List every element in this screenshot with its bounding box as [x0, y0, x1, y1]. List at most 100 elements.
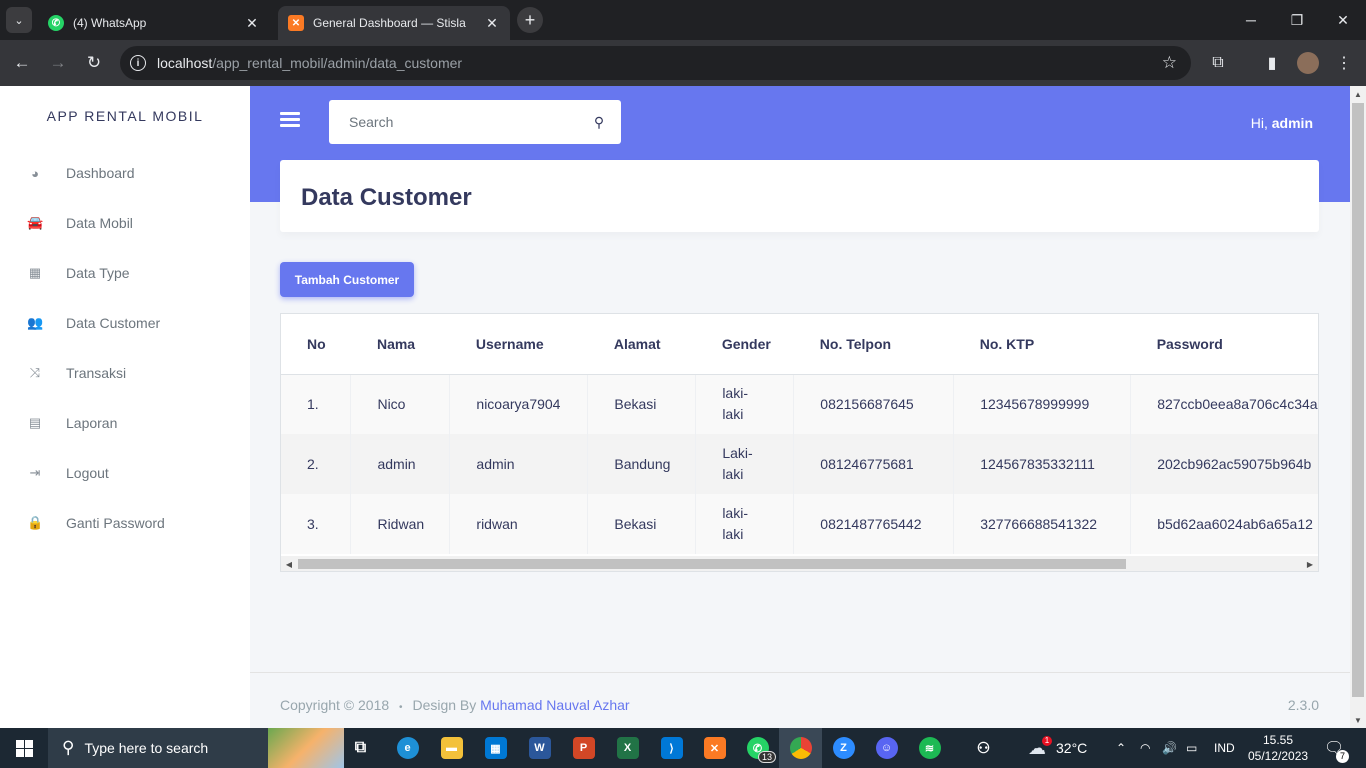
sidebar-item-label: Data Type	[66, 265, 130, 281]
back-icon[interactable]: ←	[8, 49, 36, 77]
bookmark-star-icon[interactable]: ☆	[1162, 53, 1177, 73]
sidebar: APP RENTAL MOBIL ◕ Dashboard 🚘 Data Mobi…	[0, 86, 250, 728]
scroll-left-icon[interactable]: ◀	[281, 556, 297, 571]
column-header: Username	[449, 314, 588, 375]
sidebar-item-data-customer[interactable]: 👥 Data Customer	[0, 303, 250, 343]
search-highlight-image	[268, 728, 344, 768]
car-icon: 🚘	[27, 215, 44, 230]
author-link[interactable]: Muhamad Nauval Azhar	[480, 697, 629, 713]
browser-tab-strip: ⌄ ✆ (4) WhatsApp ✕ ✕ General Dashboard —…	[0, 0, 1366, 40]
excel-icon[interactable]: X	[606, 728, 649, 768]
taskbar-search-text: Type here to search	[84, 740, 209, 756]
battery-icon[interactable]: ▭	[1186, 728, 1197, 768]
new-tab-button[interactable]: +	[517, 7, 543, 33]
word-icon[interactable]: W	[518, 728, 561, 768]
sidebar-item-laporan[interactable]: ▤ Laporan	[0, 403, 250, 443]
sidebar-item-label: Dashboard	[66, 165, 135, 181]
sidebar-item-ganti-password[interactable]: 🔒 Ganti Password	[0, 503, 250, 543]
address-bar[interactable]: i localhost/app_rental_mobil/admin/data_…	[120, 46, 1191, 80]
table-cell: 3.	[281, 494, 352, 554]
column-header: Gender	[695, 314, 794, 375]
tab-search-button[interactable]: ⌄	[6, 7, 32, 33]
sidebar-item-logout[interactable]: ⇥ Logout	[0, 453, 250, 493]
wifi-icon[interactable]: ◠	[1140, 728, 1150, 768]
table-row: 2. admin admin Bandung Laki-laki 0812467…	[281, 434, 1318, 494]
minimize-button[interactable]: ─	[1228, 0, 1274, 40]
scroll-down-icon[interactable]: ▼	[1350, 712, 1366, 728]
scroll-right-icon[interactable]: ▶	[1302, 556, 1318, 571]
search-input[interactable]: Search	[349, 114, 577, 130]
tab-whatsapp[interactable]: ✆ (4) WhatsApp ✕	[38, 6, 270, 40]
customer-table-container: No Nama Username Alamat Gender No. Telpo…	[280, 313, 1319, 572]
site-info-icon[interactable]: i	[130, 55, 146, 71]
clipboard-icon: ▤	[28, 415, 42, 430]
table-cell: Bandung	[587, 434, 697, 494]
tray-chevron-icon[interactable]: ⌃	[1116, 728, 1126, 768]
taskbar-search[interactable]: ⚲ Type here to search	[48, 728, 344, 768]
table-header-row: No Nama Username Alamat Gender No. Telpo…	[281, 314, 1318, 375]
zoom-icon[interactable]: Z	[822, 728, 865, 768]
browser-menu-icon[interactable]: ⋮	[1332, 51, 1356, 75]
task-view-icon[interactable]: ⧉	[339, 728, 382, 768]
discord-icon[interactable]: ☺	[865, 728, 908, 768]
table-cell: Ridwan	[350, 494, 451, 554]
scrollbar-thumb[interactable]	[298, 559, 1126, 569]
sidebar-item-dashboard[interactable]: ◕ Dashboard	[0, 153, 250, 193]
table-cell: nicoarya7904	[449, 374, 589, 434]
copyright-text: Copyright © 2018	[280, 697, 390, 713]
table-cell: b5d62aa6024ab6a65a12	[1130, 494, 1318, 554]
table-cell: 202cb962ac59075b964b	[1130, 434, 1318, 494]
table-cell: 2.	[281, 434, 352, 494]
whatsapp-icon[interactable]: ✆ 13	[736, 728, 779, 768]
table-cell: 327766688541322	[953, 494, 1132, 554]
tab-close-icon[interactable]: ✕	[484, 15, 500, 32]
hamburger-menu-icon[interactable]	[280, 112, 300, 132]
tab-dashboard[interactable]: ✕ General Dashboard — Stisla ✕	[278, 6, 510, 40]
vertical-scrollbar[interactable]: ▲ ▼	[1350, 86, 1366, 728]
search-box[interactable]: Search ⚲	[329, 100, 621, 144]
url-text: localhost/app_rental_mobil/admin/data_cu…	[157, 55, 463, 71]
page-title: Data Customer	[301, 184, 472, 211]
scrollbar-thumb[interactable]	[1352, 103, 1364, 697]
restore-button[interactable]: ❐	[1274, 0, 1320, 40]
language-indicator[interactable]: IND	[1214, 728, 1235, 768]
side-panel-icon[interactable]: ▮	[1260, 51, 1284, 75]
table-cell: Bekasi	[587, 374, 697, 434]
volume-icon[interactable]: 🔊	[1162, 728, 1177, 768]
add-customer-button[interactable]: Tambah Customer	[280, 262, 414, 297]
scroll-up-icon[interactable]: ▲	[1350, 86, 1366, 102]
table-cell: admin	[350, 434, 451, 494]
tab-close-icon[interactable]: ✕	[244, 15, 260, 32]
edge-icon[interactable]: e	[386, 728, 429, 768]
clock-time: 15.55	[1262, 733, 1294, 747]
search-icon[interactable]: ⚲	[577, 114, 621, 131]
spotify-icon[interactable]: ≋	[908, 728, 951, 768]
extensions-icon[interactable]: ⧉	[1206, 51, 1230, 75]
brand-title[interactable]: APP RENTAL MOBIL	[0, 108, 250, 124]
vscode-icon[interactable]: ⟩	[650, 728, 693, 768]
people-icon[interactable]: ⚇	[962, 728, 1005, 768]
close-window-button[interactable]: ✕	[1320, 0, 1366, 40]
sidebar-item-transaksi[interactable]: ⤨ Transaksi	[0, 353, 250, 393]
chrome-icon[interactable]	[779, 728, 822, 768]
start-button[interactable]	[0, 728, 48, 768]
notification-center-icon[interactable]: 🗨 7	[1324, 728, 1349, 768]
profile-avatar[interactable]	[1296, 51, 1320, 75]
weather-widget[interactable]: ☁ 1 32°C	[1028, 728, 1087, 768]
sidebar-item-data-mobil[interactable]: 🚘 Data Mobil	[0, 203, 250, 243]
table-cell: Nico	[350, 374, 451, 434]
clock-date: 05/12/2023	[1248, 749, 1309, 763]
forward-icon[interactable]: →	[44, 49, 72, 77]
users-icon: 👥	[27, 315, 44, 330]
store-icon[interactable]: ▦	[474, 728, 517, 768]
file-explorer-icon[interactable]: ▬	[430, 728, 473, 768]
xampp-icon[interactable]: ✕	[693, 728, 736, 768]
sign-out-icon: ⇥	[29, 465, 41, 480]
sidebar-item-data-type[interactable]: ▦ Data Type	[0, 253, 250, 293]
xampp-favicon-icon: ✕	[288, 15, 304, 31]
reload-icon[interactable]: ↻	[80, 49, 108, 77]
horizontal-scrollbar[interactable]: ◀ ▶	[281, 556, 1318, 571]
taskbar-clock[interactable]: 15.55 05/12/2023	[1248, 732, 1308, 764]
powerpoint-icon[interactable]: P	[562, 728, 605, 768]
user-greeting[interactable]: Hi, admin	[1251, 115, 1313, 131]
